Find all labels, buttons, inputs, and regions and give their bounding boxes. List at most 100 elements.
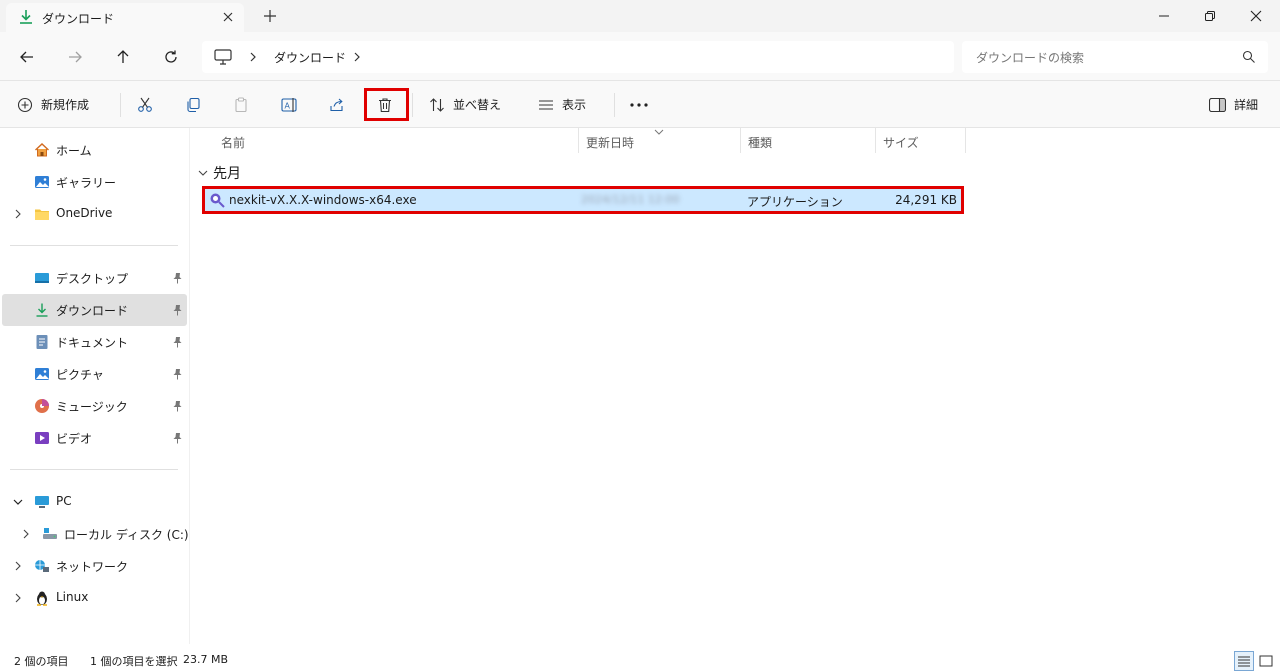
toolbar-divider	[120, 93, 121, 117]
sidebar-item-linux[interactable]: Linux	[2, 582, 187, 614]
details-pane-button[interactable]: 詳細	[1209, 81, 1258, 128]
column-header-name[interactable]: 名前	[213, 128, 579, 153]
download-icon	[36, 303, 48, 317]
monitor-icon	[35, 496, 49, 508]
toolbar-divider	[614, 93, 615, 117]
scissors-icon	[138, 97, 152, 112]
sidebar-label-gallery: ギャラリー	[56, 176, 117, 190]
folder-icon	[35, 209, 49, 220]
desktop-icon	[35, 273, 49, 283]
toolbar-divider	[412, 93, 413, 117]
tab-downloads[interactable]: ダウンロード	[6, 3, 244, 32]
sidebar-divider	[10, 469, 178, 470]
sidebar-item-onedrive[interactable]: OneDrive	[2, 198, 187, 230]
restore-button[interactable]	[1187, 0, 1233, 32]
cut-button[interactable]	[137, 81, 153, 128]
search-input[interactable]: ダウンロードの検索	[962, 41, 1268, 73]
view-label: 表示	[562, 98, 587, 112]
rename-button[interactable]: A	[281, 81, 299, 128]
pin-icon[interactable]	[172, 336, 183, 348]
file-list: 名前 更新日時 種類 サイズ 先月 nexkit-vX.X.X-windows-…	[191, 128, 1280, 644]
sidebar-label-music: ミュージック	[56, 400, 128, 414]
chevron-right-icon[interactable]	[248, 50, 258, 64]
sidebar-item-network[interactable]: ネットワーク	[2, 550, 187, 582]
sidebar-item-pc[interactable]: PC	[2, 486, 187, 518]
rename-icon: A	[281, 97, 297, 112]
copy-button[interactable]	[185, 81, 201, 128]
tiles-view-button[interactable]	[1256, 651, 1276, 671]
address-path[interactable]: ダウンロード	[202, 41, 954, 73]
sidebar-item-local-disk[interactable]: ローカル ディスク (C:)	[2, 518, 189, 550]
search-placeholder: ダウンロードの検索	[976, 51, 1085, 65]
minimize-button[interactable]	[1141, 0, 1187, 32]
share-button[interactable]	[329, 81, 345, 128]
close-tab-icon[interactable]	[219, 8, 237, 26]
breadcrumb-downloads[interactable]: ダウンロード	[274, 49, 346, 66]
sidebar-item-gallery[interactable]: ギャラリー	[2, 166, 187, 198]
file-name: nexkit-vX.X.X-windows-x64.exe	[229, 193, 417, 207]
pin-icon[interactable]	[172, 304, 183, 316]
sidebar-item-documents[interactable]: ドキュメント	[2, 326, 187, 358]
drive-icon	[43, 528, 57, 539]
item-count: 2 個の項目	[14, 655, 69, 668]
more-options-button[interactable]	[630, 81, 648, 128]
pin-icon[interactable]	[172, 272, 183, 284]
sidebar-item-pictures[interactable]: ピクチャ	[2, 358, 187, 390]
chevron-down-icon[interactable]	[12, 496, 24, 508]
column-header-type[interactable]: 種類	[740, 128, 875, 153]
chevron-down-icon[interactable]	[197, 167, 209, 179]
forward-button[interactable]	[63, 45, 87, 69]
sidebar-label-videos: ビデオ	[56, 432, 93, 446]
sidebar-item-videos[interactable]: ビデオ	[2, 422, 187, 454]
sidebar-label-local-disk: ローカル ディスク (C:)	[64, 528, 189, 542]
sidebar-item-downloads[interactable]: ダウンロード	[2, 294, 187, 326]
file-modified: 2024/12/11 12:00	[581, 193, 680, 206]
sidebar-label-pc: PC	[56, 494, 72, 508]
details-view-button[interactable]	[1234, 651, 1254, 671]
paste-button[interactable]	[233, 81, 249, 128]
sidebar-divider	[10, 245, 178, 246]
pin-icon[interactable]	[172, 368, 183, 380]
close-window-button[interactable]	[1233, 0, 1279, 32]
sidebar-item-music[interactable]: ミュージック	[2, 390, 187, 422]
new-button[interactable]: 新規作成	[17, 81, 89, 128]
sort-button[interactable]: 並べ替え	[429, 81, 501, 128]
arrow-right-icon	[69, 51, 82, 63]
sidebar-label-onedrive: OneDrive	[56, 206, 113, 220]
refresh-button[interactable]	[159, 45, 183, 69]
gallery-icon	[35, 176, 49, 188]
column-header-name-label: 名前	[221, 136, 246, 150]
pin-icon[interactable]	[172, 432, 183, 444]
delete-button[interactable]	[377, 81, 393, 128]
sort-icon	[430, 97, 444, 112]
sidebar-item-desktop[interactable]: デスクトップ	[2, 262, 187, 294]
sidebar-label-downloads: ダウンロード	[56, 304, 129, 318]
column-header-type-label: 種類	[748, 136, 773, 150]
penguin-icon	[37, 591, 47, 606]
chevron-right-icon[interactable]	[20, 528, 32, 540]
chevron-right-icon[interactable]	[352, 50, 362, 64]
new-tab-icon[interactable]	[262, 8, 278, 24]
back-button[interactable]	[15, 45, 39, 69]
sidebar-label-desktop: デスクトップ	[56, 272, 129, 286]
selection-count: 1 個の項目を選択	[90, 655, 178, 668]
restore-icon	[1205, 11, 1215, 21]
table-row[interactable]: nexkit-vX.X.X-windows-x64.exe 2024/12/11…	[203, 188, 962, 213]
chevron-right-icon[interactable]	[12, 592, 24, 604]
view-button[interactable]: 表示	[538, 81, 586, 128]
arrow-left-icon	[20, 51, 33, 63]
chevron-right-icon[interactable]	[12, 560, 24, 572]
chevron-right-icon[interactable]	[12, 208, 24, 220]
plus-circle-icon	[17, 97, 33, 112]
pin-icon[interactable]	[172, 400, 183, 412]
column-separator[interactable]	[965, 128, 966, 153]
group-header-last-month[interactable]: 先月	[213, 163, 241, 183]
title-bar: ダウンロード	[0, 0, 1280, 32]
download-icon	[20, 10, 32, 24]
pictures-icon	[35, 368, 49, 380]
navigation-pane: ホーム ギャラリー OneDrive デスクトップ ダウンロード ドキュメント …	[0, 128, 190, 644]
address-bar: ダウンロード ダウンロードの検索	[0, 32, 1280, 81]
up-button[interactable]	[111, 45, 135, 69]
column-header-size[interactable]: サイズ	[875, 128, 965, 153]
sidebar-item-home[interactable]: ホーム	[2, 134, 187, 166]
